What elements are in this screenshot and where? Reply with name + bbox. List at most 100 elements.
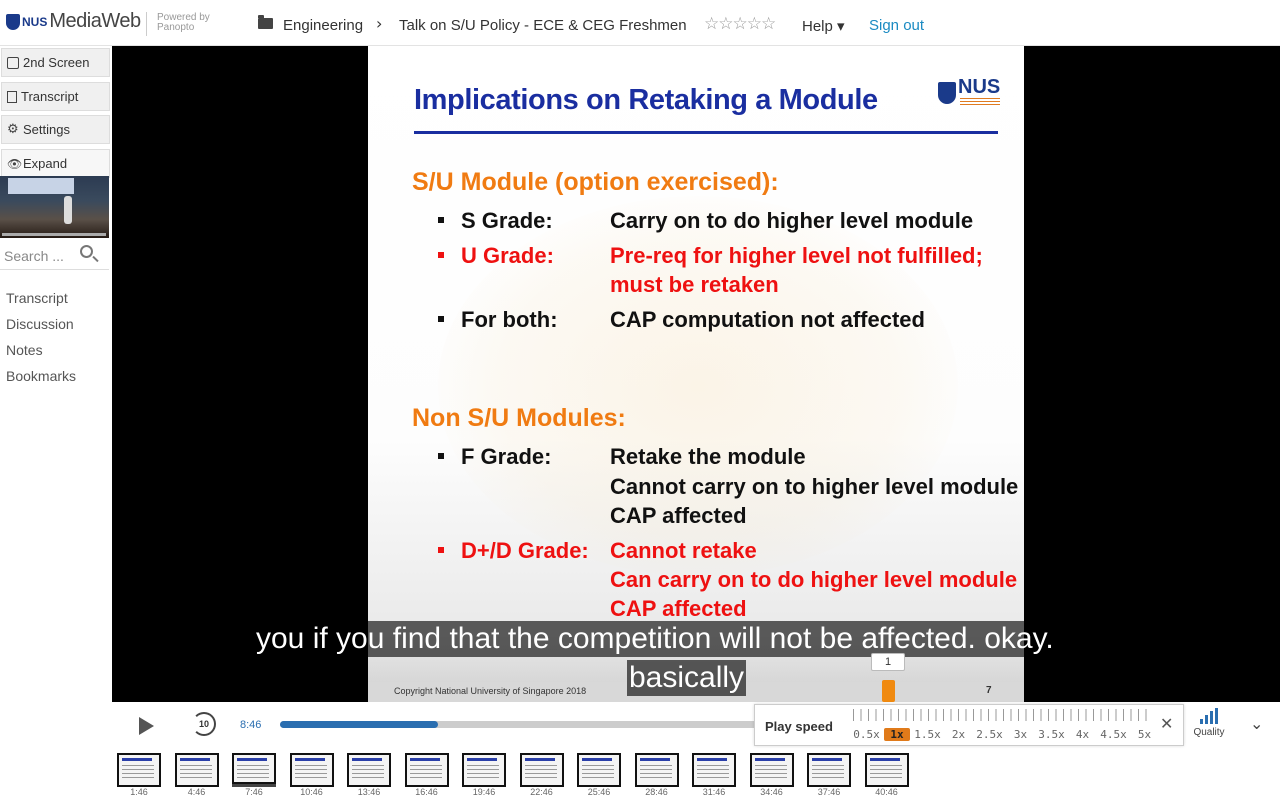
transcript-button[interactable]: Transcript: [1, 82, 110, 111]
sign-out-link[interactable]: Sign out: [869, 17, 924, 34]
speed-option[interactable]: 1x: [884, 728, 910, 741]
speed-option[interactable]: 0.5x: [851, 728, 882, 741]
speed-slider-ticks[interactable]: [853, 709, 1153, 721]
slide-thumbnail[interactable]: [404, 753, 449, 787]
speed-options: 0.5x 1x 1.5x 2x 2.5x 3x 3.5x 4x 4.5x 5x: [851, 728, 1160, 741]
close-icon[interactable]: ✕: [1160, 714, 1173, 733]
d-grade-label: D+/D Grade:: [461, 538, 589, 563]
thumbnail-time: 37:46: [817, 787, 841, 797]
slide-thumbnail[interactable]: [807, 753, 851, 787]
speed-option[interactable]: 2.5x: [974, 728, 1005, 741]
play-icon[interactable]: [139, 717, 154, 735]
thumbnail-image: [866, 755, 907, 785]
secondary-video-thumbnail[interactable]: [0, 176, 109, 238]
slide-thumbnail[interactable]: [232, 753, 276, 787]
search-box[interactable]: Search ...: [0, 242, 109, 270]
rewind-10-icon[interactable]: 10: [192, 712, 216, 736]
thumbnail-time: 40:46: [875, 787, 898, 797]
speed-option[interactable]: 4x: [1067, 728, 1098, 741]
video-player[interactable]: Implications on Retaking a Module NUS S/…: [112, 46, 1280, 702]
both-label: For both:: [461, 307, 558, 332]
section-heading-su: S/U Module (option exercised):: [412, 168, 779, 196]
slide-copyright: Copyright National University of Singapo…: [394, 686, 587, 696]
thumbnail-image: [176, 755, 217, 785]
expand-button[interactable]: 👁 Expand: [1, 149, 110, 178]
speed-option[interactable]: 4.5x: [1098, 728, 1129, 741]
d-grade-text-1: Cannot retake: [610, 538, 757, 563]
quality-button[interactable]: Quality: [1187, 708, 1231, 738]
f-grade-text-3: CAP affected: [610, 503, 747, 528]
speed-option[interactable]: 3x: [1005, 728, 1036, 741]
thumbnail-image: [521, 755, 562, 785]
breadcrumb-session-title: Talk on S/U Policy - ECE & CEG Freshmen: [399, 17, 687, 34]
settings-button[interactable]: ⚙ Settings: [1, 115, 110, 144]
speed-option[interactable]: 2x: [943, 728, 974, 741]
thumbnail-time: 19:46: [472, 787, 496, 797]
slide-logo-subtitle-lines: [960, 98, 1000, 106]
play-speed-panel: Play speed 0.5x 1x 1.5x 2x 2.5x 3x 3.5x 4x 4.5x 5…: [754, 704, 1184, 746]
chevron-down-icon[interactable]: ⌄: [1250, 714, 1263, 733]
powered-by-text: Powered by Panopto: [157, 12, 210, 33]
play-speed-label: Play speed: [765, 719, 833, 734]
breadcrumb-folder[interactable]: Engineering: [283, 17, 363, 34]
slide-thumbnail[interactable]: [174, 753, 219, 787]
gear-icon: ⚙: [7, 121, 19, 137]
bullet-icon: [438, 217, 444, 223]
slide-thumbnail[interactable]: [117, 753, 161, 787]
thumbnail-image: [349, 755, 389, 785]
d-grade-text-3: CAP affected: [610, 596, 747, 621]
slide-thumbnail[interactable]: [692, 753, 736, 787]
u-grade-text-2: must be retaken: [610, 272, 779, 297]
slide-thumbnail[interactable]: [519, 753, 564, 787]
thumbnail-image: [751, 755, 792, 785]
thumbnail-time: 34:46: [760, 787, 783, 797]
transcript-label: Transcript: [21, 89, 79, 104]
bullet-icon: [438, 453, 444, 459]
speed-option[interactable]: 3.5x: [1036, 728, 1067, 741]
speed-slider-handle[interactable]: [882, 680, 895, 702]
slide-thumbnail[interactable]: [289, 753, 334, 787]
s-grade-text: Carry on to do higher level module: [610, 208, 974, 233]
slide-crest-icon: [938, 82, 956, 104]
settings-label: Settings: [23, 122, 70, 137]
nus-mediaweb-logo[interactable]: NUS MediaWeb: [6, 10, 141, 33]
seek-bar[interactable]: [280, 721, 760, 728]
folder-icon: [258, 15, 273, 29]
speed-marker-tooltip: 1: [871, 653, 905, 671]
thumbnail-time: 4:46: [187, 787, 206, 797]
slide-thumbnail[interactable]: [347, 753, 391, 787]
thumbnail-time: 10:46: [300, 787, 323, 797]
thumbnail-time: 7:46: [245, 787, 263, 797]
bullet-icon: [438, 316, 444, 322]
speed-option[interactable]: 5x: [1129, 728, 1160, 741]
rating-stars[interactable]: ☆☆☆☆☆: [704, 14, 776, 34]
slide-thumbnail[interactable]: [577, 753, 621, 787]
d-grade-text-2: Can carry on to do higher level module: [610, 567, 1018, 592]
nav-discussion[interactable]: Discussion: [6, 316, 74, 332]
speed-option[interactable]: 1.5x: [912, 728, 943, 741]
thumbnail-presenter: [64, 196, 72, 224]
second-screen-button[interactable]: 2nd Screen: [1, 48, 110, 77]
thumbnail-projector-screen: [8, 178, 74, 194]
thumbnail-image: [406, 755, 447, 785]
help-menu-button[interactable]: Help ▾: [802, 17, 845, 35]
thumbnail-image: [234, 755, 274, 782]
playback-controls: 10 8:46 Play speed 0.5x 1x 1.5x 2x 2.5x 3x 3.5…: [112, 702, 1280, 750]
search-icon[interactable]: [80, 245, 93, 258]
slide-thumbnail[interactable]: [864, 753, 909, 787]
nav-notes[interactable]: Notes: [6, 342, 43, 358]
signal-bars-icon: [1199, 708, 1219, 724]
slide-thumbnail[interactable]: [749, 753, 794, 787]
slide-thumbnail[interactable]: [462, 753, 506, 787]
search-input[interactable]: Search ...: [4, 248, 64, 264]
chevron-right-icon: ›: [376, 14, 383, 33]
thumbnail-image: [694, 755, 734, 785]
thumbnail-time: 25:46: [587, 787, 611, 797]
top-header: NUS MediaWeb Powered by Panopto Engineer…: [0, 0, 1280, 46]
nav-transcript[interactable]: Transcript: [6, 290, 68, 306]
nav-bookmarks[interactable]: Bookmarks: [6, 368, 76, 384]
left-sidebar: 2nd Screen Transcript ⚙ Settings 👁 Expan…: [0, 46, 112, 800]
slide-thumbnail[interactable]: [634, 753, 679, 787]
u-grade-text-1: Pre-req for higher level not fulfilled;: [610, 243, 983, 268]
seek-bar-progress: [280, 721, 439, 728]
